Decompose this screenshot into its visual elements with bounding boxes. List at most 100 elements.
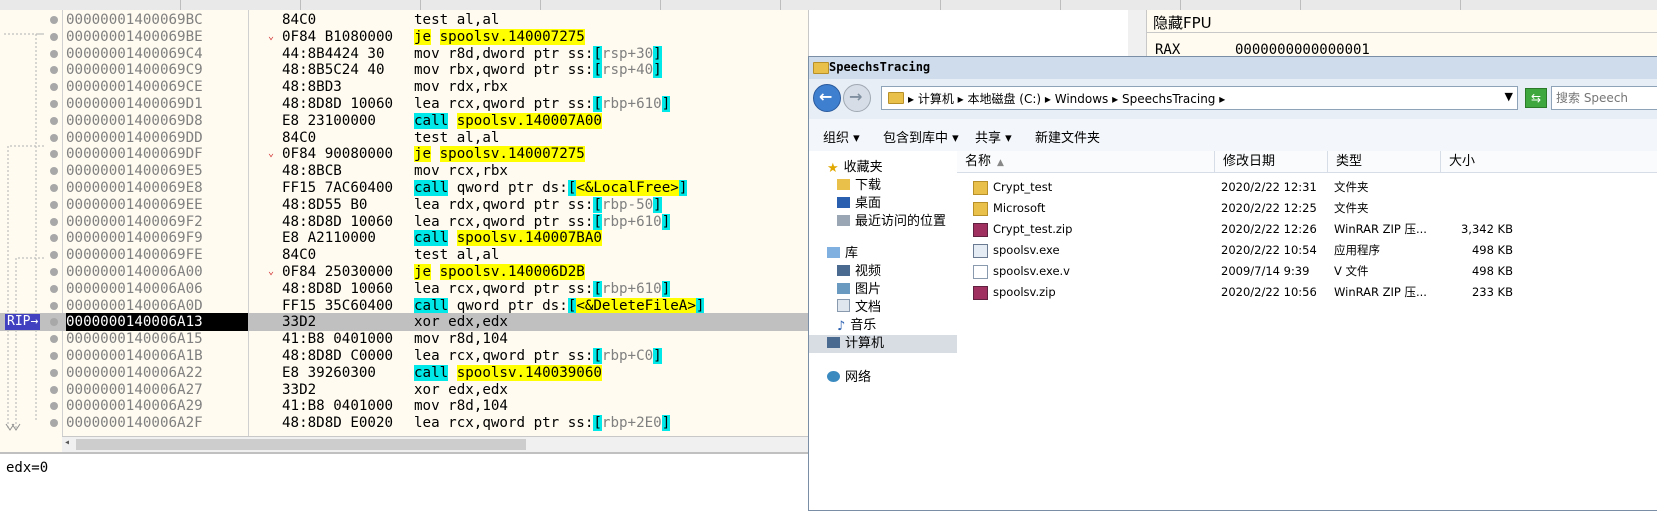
include-library-button[interactable]: 包含到库中 ▾ — [883, 127, 959, 146]
breakpoint-dot-icon[interactable] — [50, 251, 58, 260]
instruction-address: 0000000140006A22 — [66, 364, 203, 381]
disassembly-row[interactable]: 0000000140006A06 48:8D8D 10060 lea rcx,qwo… — [0, 280, 808, 298]
nav-pictures[interactable]: 图片 — [837, 281, 881, 299]
breakpoint-dot-icon[interactable] — [50, 66, 58, 75]
breakpoint-dot-icon[interactable] — [50, 116, 58, 125]
search-input[interactable] — [1552, 88, 1657, 108]
back-button[interactable]: ← — [813, 84, 841, 112]
share-button[interactable]: 共享 ▾ — [975, 127, 1012, 146]
disassembly-row[interactable]: 0000000140006A2F 48:8D8D E0020 lea rcx,qwo… — [0, 414, 808, 432]
disassembly-row[interactable]: 0000000140006A15 41:B8 0401000 mov r8d,104 — [0, 330, 808, 348]
organize-button[interactable]: 组织 ▾ — [823, 127, 860, 146]
file-type: 文件夹 — [1334, 201, 1369, 215]
breakpoint-dot-icon[interactable] — [50, 150, 58, 159]
disassembly-horizontal-scrollbar[interactable]: ◂ — [62, 436, 808, 453]
chevron-down-icon[interactable]: ▼ — [1505, 90, 1513, 103]
breakpoint-dot-icon[interactable] — [50, 385, 58, 394]
breakpoint-dot-icon[interactable] — [50, 133, 58, 142]
breakpoint-dot-icon[interactable] — [50, 318, 58, 327]
nav-libraries[interactable]: 库 — [827, 245, 858, 263]
breakpoint-dot-icon[interactable] — [50, 83, 58, 92]
disassembly-view[interactable]: 00000001400069BC 84C0 test al,al 0000000140… — [0, 10, 808, 446]
disassembly-row[interactable]: 0000000140006A29 41:B8 0401000 mov r8d,104 — [0, 397, 808, 415]
file-row[interactable]: Microsoft 2020/2/22 12:25 文件夹 — [957, 198, 1657, 218]
disassembly-row[interactable]: 00000001400069DF ⌄ 0F84 90080000 je spoolsv… — [0, 145, 808, 163]
disassembly-row[interactable]: 00000001400069DD 84C0 test al,al — [0, 129, 808, 147]
breakpoint-dot-icon[interactable] — [50, 284, 58, 293]
new-folder-button[interactable]: 新建文件夹 — [1035, 127, 1100, 146]
disassembly-row[interactable]: RIP→ 0000000140006A13 33D2 xor edx,edx — [0, 313, 808, 332]
forward-button[interactable]: → — [843, 84, 871, 112]
file-row[interactable]: spoolsv.exe 2020/2/22 10:54 应用程序 498 KB — [957, 240, 1657, 260]
search-box[interactable] — [1551, 86, 1657, 110]
nav-favorites[interactable]: ★ 收藏夹 — [827, 159, 883, 177]
fpu-toggle[interactable]: 隐藏FPU — [1147, 10, 1657, 33]
disassembly-row[interactable]: 00000001400069CE 48:8BD3 mov rdx,rbx — [0, 78, 808, 96]
disassembly-row[interactable]: 0000000140006A0D FF15 35C60400 call qword … — [0, 297, 808, 315]
instruction-text: lea rcx,qword ptr ss:[rbp+610] — [414, 280, 671, 298]
disassembly-row[interactable]: 00000001400069EE 48:8D55 B0 lea rdx,qword … — [0, 196, 808, 214]
window-title: SpeechsTracing — [829, 60, 931, 74]
breakpoint-dot-icon[interactable] — [50, 217, 58, 226]
column-label: 大小 — [1449, 154, 1476, 169]
nav-computer[interactable]: 计算机 — [827, 335, 884, 353]
breakpoint-dot-icon[interactable] — [50, 184, 58, 192]
breakpoint-dot-icon[interactable] — [50, 268, 58, 276]
instruction-token — [448, 365, 457, 381]
breakpoint-dot-icon[interactable] — [50, 419, 58, 428]
breakpoint-dot-icon[interactable] — [50, 200, 58, 209]
jump-arrow-icon: ⌄ — [268, 148, 275, 160]
column-header-size[interactable]: 大小 — [1441, 151, 1657, 173]
disassembly-row[interactable]: 0000000140006A00 ⌄ 0F84 25030000 je spoolsv… — [0, 263, 808, 281]
instruction-text: lea rcx,qword ptr ss:[rbp+C0] — [414, 347, 662, 365]
breakpoint-dot-icon[interactable] — [50, 16, 58, 24]
instruction-address: 0000000140006A27 — [66, 381, 203, 398]
nav-recent[interactable]: 最近访问的位置 — [837, 213, 946, 231]
breakpoint-dot-icon[interactable] — [50, 167, 58, 176]
explorer-titlebar[interactable]: SpeechsTracing — [809, 57, 1657, 80]
disassembly-row[interactable]: 0000000140006A27 33D2 xor edx,edx — [0, 381, 808, 399]
breakpoint-dot-icon[interactable] — [50, 335, 58, 344]
disassembly-row[interactable]: 00000001400069C4 44:8B4424 30 mov r8d,dwor… — [0, 45, 808, 63]
registers-vertical-scrollbar[interactable] — [1128, 10, 1146, 60]
disassembly-row[interactable]: 00000001400069E8 FF15 7AC60400 call qword … — [0, 179, 808, 197]
nav-network[interactable]: 网络 — [827, 369, 871, 387]
scrollbar-thumb[interactable] — [76, 439, 526, 450]
disassembly-row[interactable]: 00000001400069F9 E8 A2110000 call spoolsv.… — [0, 229, 808, 247]
nav-videos[interactable]: 视频 — [837, 263, 881, 281]
nav-desktop[interactable]: 桌面 — [837, 195, 881, 213]
disassembly-row[interactable]: 00000001400069C9 48:8B5C24 40 mov rbx,qwor… — [0, 61, 808, 79]
disassembly-row[interactable]: 00000001400069FE 84C0 test al,al — [0, 246, 808, 264]
disassembly-row[interactable]: 00000001400069E5 48:8BCB mov rcx,rbx — [0, 162, 808, 180]
breakpoint-dot-icon[interactable] — [50, 32, 58, 41]
column-header-date[interactable]: 修改日期 — [1215, 151, 1328, 173]
breakpoint-dot-icon[interactable] — [50, 301, 58, 310]
disassembly-row[interactable]: 0000000140006A1B 48:8D8D C0000 lea rcx,qwo… — [0, 347, 808, 365]
column-header-name[interactable]: 名称 ▲ — [957, 151, 1215, 173]
disassembly-row[interactable]: 00000001400069BE ⌄ 0F84 B1080000 je spoolsv… — [0, 28, 808, 46]
breakpoint-dot-icon[interactable] — [50, 234, 58, 243]
file-row[interactable]: Crypt_test.zip 2020/2/22 12:26 WinRAR ZIP … — [957, 219, 1657, 239]
breakpoint-dot-icon[interactable] — [50, 352, 58, 360]
disassembly-row[interactable]: 0000000140006A22 E8 39260300 call spoolsv.… — [0, 364, 808, 382]
breakpoint-dot-icon[interactable] — [50, 100, 58, 108]
address-bar[interactable]: ▸ 计算机 ▸ 本地磁盘 (C:) ▸ Windows ▸ SpeechsTra… — [881, 86, 1518, 110]
disassembly-row[interactable]: 00000001400069F2 48:8D8D 10060 lea rcx,qwo… — [0, 213, 808, 231]
column-header-type[interactable]: 类型 — [1328, 151, 1441, 173]
library-icon — [827, 247, 840, 258]
scroll-left-icon[interactable]: ◂ — [64, 437, 70, 448]
nav-music[interactable]: ♪ 音乐 — [837, 317, 876, 335]
breakpoint-dot-icon[interactable] — [50, 49, 58, 58]
file-row[interactable]: Crypt_test 2020/2/22 12:31 文件夹 — [957, 177, 1657, 197]
instruction-token: xor edx,edx — [414, 314, 508, 331]
nav-downloads[interactable]: 下载 — [837, 177, 881, 195]
disassembly-row[interactable]: 00000001400069BC 84C0 test al,al — [0, 11, 808, 29]
breakpoint-dot-icon[interactable] — [50, 368, 58, 377]
nav-documents[interactable]: 文档 — [837, 299, 881, 317]
file-row[interactable]: spoolsv.zip 2020/2/22 10:56 WinRAR ZIP 压..… — [957, 282, 1657, 302]
refresh-button[interactable]: ⇆ — [1525, 88, 1547, 108]
file-row[interactable]: spoolsv.exe.v 2009/7/14 9:39 V 文件 498 KB — [957, 261, 1657, 281]
breakpoint-dot-icon[interactable] — [50, 402, 58, 411]
disassembly-row[interactable]: 00000001400069D1 48:8D8D 10060 lea rcx,qwo… — [0, 95, 808, 113]
disassembly-row[interactable]: 00000001400069D8 E8 23100000 call spoolsv.… — [0, 112, 808, 130]
